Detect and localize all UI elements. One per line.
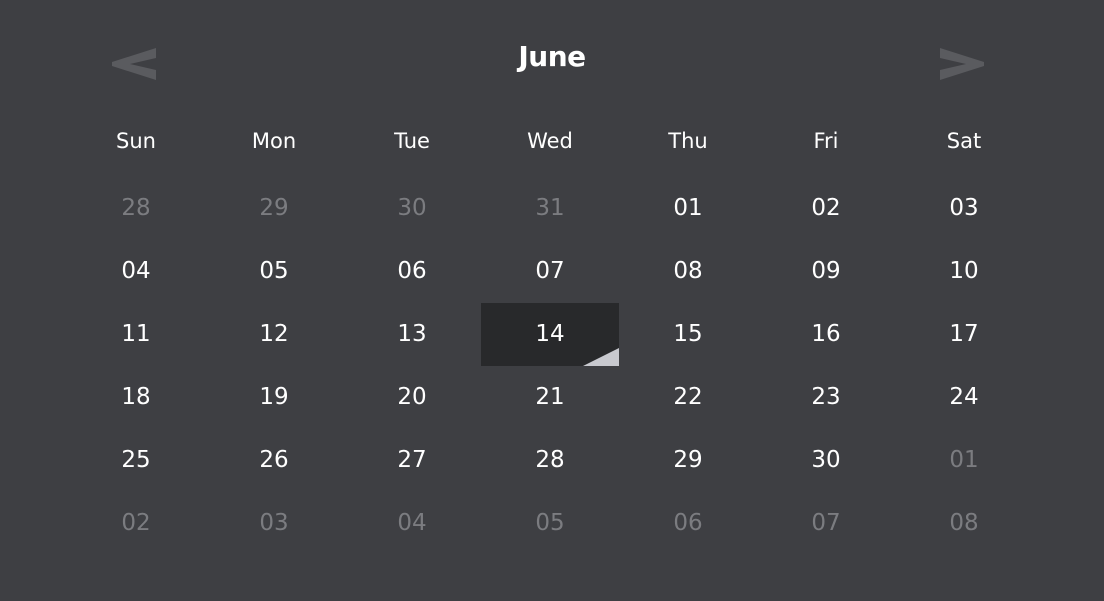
- calendar-day[interactable]: 11: [67, 303, 205, 366]
- weekday-header-row: Sun Mon Tue Wed Thu Fri Sat: [67, 126, 1033, 156]
- weekday-label: Fri: [813, 129, 839, 153]
- calendar-week-row: 11 12 13 14 15 16 17: [67, 303, 1033, 366]
- calendar-day[interactable]: 12: [205, 303, 343, 366]
- weekday-label: Thu: [668, 129, 708, 153]
- calendar: June Sun Mon Tue Wed Thu Fri Sat 28 29 30 3…: [0, 0, 1104, 601]
- calendar-day[interactable]: 18: [67, 366, 205, 429]
- calendar-day[interactable]: 19: [205, 366, 343, 429]
- calendar-grid: 28 29 30 31 01 02 03 04 05 06 07 08 09 10 11 12 13 14 15 16…: [67, 177, 1033, 555]
- calendar-day[interactable]: 05: [205, 240, 343, 303]
- calendar-header: June: [0, 0, 1104, 120]
- calendar-week-row: 18 19 20 21 22 23 24: [67, 366, 1033, 429]
- calendar-day-other-month[interactable]: 06: [619, 492, 757, 555]
- calendar-day-selected[interactable]: 14: [481, 303, 619, 366]
- calendar-day[interactable]: 02: [757, 177, 895, 240]
- weekday-label: Sat: [946, 129, 982, 153]
- calendar-day[interactable]: 29: [619, 429, 757, 492]
- calendar-day-other-month[interactable]: 31: [481, 177, 619, 240]
- calendar-day-other-month[interactable]: 05: [481, 492, 619, 555]
- calendar-day[interactable]: 07: [481, 240, 619, 303]
- calendar-day-other-month[interactable]: 07: [757, 492, 895, 555]
- calendar-day[interactable]: 25: [67, 429, 205, 492]
- calendar-day[interactable]: 26: [205, 429, 343, 492]
- calendar-day[interactable]: 06: [343, 240, 481, 303]
- calendar-day[interactable]: 04: [67, 240, 205, 303]
- calendar-day[interactable]: 03: [895, 177, 1033, 240]
- calendar-day[interactable]: 20: [343, 366, 481, 429]
- calendar-day[interactable]: 16: [757, 303, 895, 366]
- calendar-week-row: 04 05 06 07 08 09 10: [67, 240, 1033, 303]
- calendar-day[interactable]: 01: [619, 177, 757, 240]
- calendar-day[interactable]: 27: [343, 429, 481, 492]
- weekday-label: Wed: [527, 129, 573, 153]
- calendar-day[interactable]: 24: [895, 366, 1033, 429]
- calendar-day-other-month[interactable]: 02: [67, 492, 205, 555]
- weekday-label: Sun: [116, 129, 156, 153]
- calendar-day-other-month[interactable]: 30: [343, 177, 481, 240]
- calendar-week-row: 28 29 30 31 01 02 03: [67, 177, 1033, 240]
- calendar-week-row: 02 03 04 05 06 07 08: [67, 492, 1033, 555]
- weekday-label: Tue: [394, 129, 430, 153]
- calendar-day[interactable]: 23: [757, 366, 895, 429]
- calendar-day[interactable]: 28: [481, 429, 619, 492]
- calendar-day[interactable]: 08: [619, 240, 757, 303]
- calendar-day-other-month[interactable]: 29: [205, 177, 343, 240]
- calendar-day[interactable]: 13: [343, 303, 481, 366]
- calendar-day[interactable]: 17: [895, 303, 1033, 366]
- calendar-week-row: 25 26 27 28 29 30 01: [67, 429, 1033, 492]
- calendar-day-other-month[interactable]: 28: [67, 177, 205, 240]
- calendar-day[interactable]: 09: [757, 240, 895, 303]
- chevron-right-icon: [936, 46, 988, 82]
- calendar-day-other-month[interactable]: 08: [895, 492, 1033, 555]
- calendar-day-other-month[interactable]: 03: [205, 492, 343, 555]
- next-month-button[interactable]: [936, 46, 988, 82]
- calendar-day[interactable]: 22: [619, 366, 757, 429]
- calendar-day[interactable]: 30: [757, 429, 895, 492]
- weekday-label: Mon: [251, 129, 297, 153]
- calendar-day-other-month[interactable]: 04: [343, 492, 481, 555]
- calendar-day-other-month[interactable]: 01: [895, 429, 1033, 492]
- calendar-day[interactable]: 21: [481, 366, 619, 429]
- calendar-day[interactable]: 15: [619, 303, 757, 366]
- calendar-day[interactable]: 10: [895, 240, 1033, 303]
